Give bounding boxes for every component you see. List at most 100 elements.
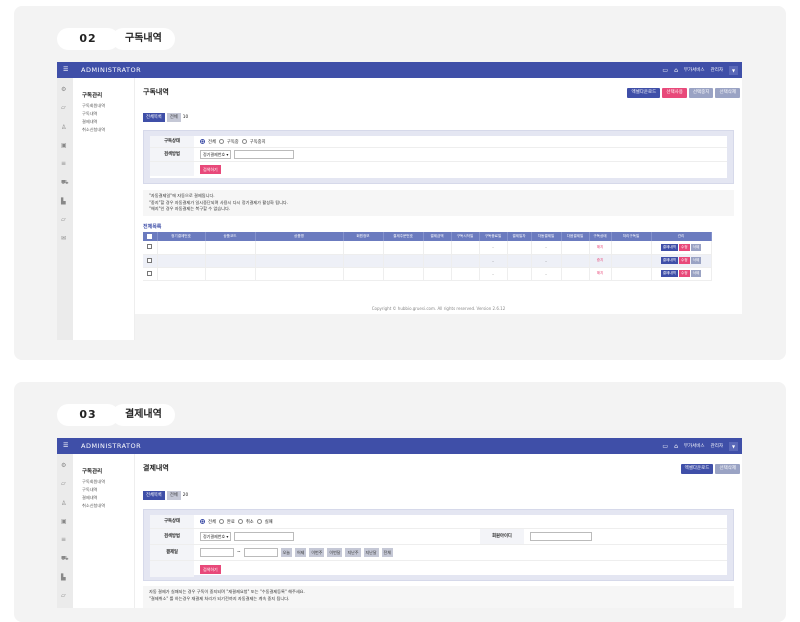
monitor-icon[interactable]: ▭ — [662, 443, 668, 450]
date-this-month-button[interactable]: 이번달 — [327, 548, 343, 557]
status-radio-cancel[interactable] — [237, 519, 243, 524]
home-icon[interactable]: ⌂ — [674, 67, 678, 74]
mail-icon[interactable]: ✉ — [61, 235, 66, 242]
status-radio-all[interactable] — [200, 139, 205, 144]
footer-band — [135, 314, 742, 340]
menu-toggle-icon[interactable]: ☰ — [63, 441, 71, 451]
folder-icon[interactable]: ▱ — [61, 480, 66, 487]
notice-line: "해지"인 경우 자동결제는 복구할 수 없습니다. — [149, 206, 231, 211]
select-delete-button[interactable]: 선택삭제 — [715, 464, 740, 474]
checkbox[interactable] — [147, 233, 153, 239]
date-from-input[interactable] — [200, 548, 234, 557]
status-radio-failed[interactable] — [256, 519, 262, 524]
menu-item-payments[interactable]: 결제내역 — [82, 495, 97, 501]
status-radio-active[interactable] — [218, 139, 224, 144]
search-method-select[interactable]: 정기결제번호 ▾ — [200, 150, 232, 159]
delete-button[interactable]: 삭제 — [690, 243, 702, 251]
menu-item-subscriptions[interactable]: 구독내역 — [82, 487, 97, 493]
date-last-month-button[interactable]: 지난달 — [363, 548, 379, 557]
settings-icon[interactable]: ⚙ — [61, 86, 66, 93]
next-payment-cell: - — [531, 241, 562, 255]
menu-item-subscriptions[interactable]: 구독내역 — [82, 111, 97, 117]
menu-toggle-icon[interactable]: ☰ — [63, 65, 71, 75]
header-select-all[interactable] — [143, 232, 158, 241]
select-stop-button[interactable]: 선택중지 — [688, 88, 714, 98]
payment-history-button[interactable]: 결제내역 — [660, 270, 678, 277]
chart-icon[interactable]: ▙ — [61, 574, 66, 581]
row-checkbox[interactable] — [147, 244, 153, 250]
date-to-input[interactable] — [243, 548, 278, 557]
side-menu: 구독관리 구독회원내역 구독내역 결제내역 취소신청내역 — [73, 78, 135, 340]
list-icon[interactable]: ≡ — [61, 160, 66, 167]
status-radio-complete[interactable] — [218, 519, 224, 524]
status-radio-all[interactable] — [200, 519, 205, 524]
toolbar: 엑셀다운로드 선택사용 선택중지 선택삭제 — [627, 88, 740, 98]
radio-label: 구독중 — [226, 139, 239, 145]
cart-icon[interactable]: ⛟ — [61, 555, 69, 563]
search-keyword-input[interactable] — [234, 150, 295, 159]
cart-icon[interactable]: ⛟ — [61, 179, 69, 187]
select-delete-button[interactable]: 선택삭제 — [715, 88, 740, 98]
user-icon[interactable]: ♙ — [61, 500, 66, 507]
date-yesterday-button[interactable]: 어제 — [294, 548, 307, 557]
search-method-select[interactable]: 정기결제번호 ▾ — [200, 532, 232, 541]
top-link-admin[interactable]: 관리자 — [711, 443, 723, 449]
date-today-button[interactable]: 오늘 — [280, 548, 292, 557]
status-radio-stopped[interactable] — [241, 139, 247, 144]
edit-button[interactable]: 수정 — [678, 270, 690, 277]
table-header-row: 정기결제번호 상품코드 상품명 회원정보 결제주문번호 결제금액 구독시작일 구… — [143, 232, 712, 241]
payment-history-button[interactable]: 결제내역 — [660, 243, 678, 251]
admin-app-window: ☰ ADMINISTRATOR ▭ ⌂ 부가서비스 관리자 ▼ ⚙ ▱ ♙ ▣ … — [57, 438, 742, 608]
row-checkbox[interactable] — [147, 257, 153, 263]
box-icon[interactable]: ▣ — [61, 142, 67, 149]
search-button-row: 검색하기 — [150, 162, 727, 176]
top-link-addon[interactable]: 부가서비스 — [684, 67, 705, 73]
monitor-icon[interactable]: ▭ — [662, 67, 668, 74]
section-title: 결제내역 — [112, 404, 175, 426]
excel-download-button[interactable]: 엑셀다운로드 — [680, 464, 714, 474]
date-last-week-button[interactable]: 지난주 — [345, 548, 361, 557]
member-id-input[interactable] — [530, 532, 592, 541]
search-button[interactable]: 검색하기 — [200, 164, 221, 174]
chart-icon[interactable]: ▙ — [61, 198, 66, 205]
search-keyword-input[interactable] — [234, 532, 295, 541]
notice-box: "자동결제일"에 자동으로 결제됩니다. "중지"할 경우 자동결제가 일시중단… — [143, 190, 734, 216]
table-row: - - 해지 결제내역 수정 삭제 — [143, 267, 712, 281]
edit-button[interactable]: 수정 — [678, 243, 690, 251]
delete-button[interactable]: 삭제 — [690, 270, 702, 277]
edit-button[interactable]: 수정 — [678, 257, 690, 264]
top-link-admin[interactable]: 관리자 — [711, 67, 723, 73]
search-button[interactable]: 검색하기 — [200, 564, 221, 574]
home-icon[interactable]: ⌂ — [674, 443, 678, 450]
folder-icon[interactable]: ▱ — [61, 216, 66, 223]
menu-item-subscriber-members[interactable]: 구독회원내역 — [82, 103, 105, 109]
delete-button[interactable]: 삭제 — [690, 257, 702, 264]
list-icon[interactable]: ≡ — [61, 536, 66, 543]
status-row: 구독상태 전체 구독중 구독중지 — [150, 136, 727, 148]
box-icon[interactable]: ▣ — [61, 518, 67, 525]
chevron-down-icon[interactable]: ▼ — [729, 65, 738, 75]
select-use-button[interactable]: 선택사용 — [662, 88, 687, 98]
folder-icon[interactable]: ▱ — [61, 592, 66, 599]
menu-item-payments[interactable]: 결제내역 — [82, 119, 97, 125]
top-link-addon[interactable]: 부가서비스 — [684, 443, 705, 449]
chevron-down-icon[interactable]: ▼ — [729, 441, 738, 451]
menu-item-subscriber-members[interactable]: 구독회원내역 — [82, 479, 105, 485]
member-id-label: 회원아이디 — [480, 529, 524, 544]
tab-all-list[interactable]: 전체목록 — [143, 491, 165, 500]
settings-icon[interactable]: ⚙ — [61, 462, 66, 469]
date-all-button[interactable]: 전체 — [381, 548, 393, 557]
row-checkbox[interactable] — [147, 270, 153, 276]
tab-all-list[interactable]: 전체목록 — [143, 113, 165, 122]
user-icon[interactable]: ♙ — [61, 124, 66, 131]
payment-history-button[interactable]: 결제내역 — [660, 257, 678, 264]
tab-all[interactable]: 전체 — [166, 113, 181, 122]
brand-title: ADMINISTRATOR — [81, 442, 142, 450]
folder-icon[interactable]: ▱ — [61, 104, 66, 111]
menu-item-cancel-requests[interactable]: 취소신청내역 — [82, 127, 105, 133]
date-label: 결제일 — [150, 545, 194, 560]
menu-item-cancel-requests[interactable]: 취소신청내역 — [82, 503, 105, 509]
excel-download-button[interactable]: 엑셀다운로드 — [627, 88, 661, 98]
date-this-week-button[interactable]: 이번주 — [309, 548, 325, 557]
tab-all[interactable]: 전체 — [166, 491, 181, 500]
